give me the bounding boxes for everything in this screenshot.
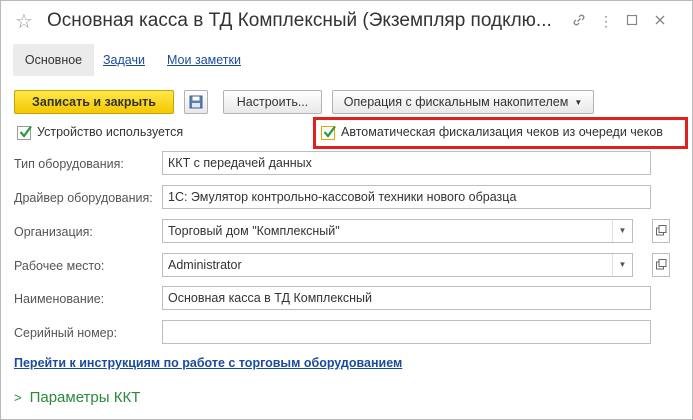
kkt-parameters-label: Параметры ККТ: [29, 389, 141, 406]
window: ☆ Основная касса в ТД Комплексный (Экзем…: [0, 0, 693, 420]
driver-label: Драйвер оборудования:: [14, 191, 153, 205]
open-workplace-button[interactable]: [652, 253, 670, 277]
kkt-parameters-group[interactable]: > Параметры ККТ: [14, 389, 140, 406]
window-title: Основная касса в ТД Комплексный (Экземпл…: [47, 10, 552, 31]
tab-main[interactable]: Основное: [13, 44, 94, 76]
serial-number-field[interactable]: [162, 320, 651, 344]
close-icon[interactable]: [651, 12, 669, 30]
open-window-icon: [656, 225, 667, 236]
checkmark-icon: [323, 125, 336, 138]
tab-my-notes[interactable]: Мои заметки: [167, 44, 241, 76]
open-window-icon: [656, 259, 667, 270]
title-bar: ☆ Основная касса в ТД Комплексный (Экзем…: [1, 1, 692, 41]
floppy-disk-icon: [189, 95, 203, 109]
write-and-close-button[interactable]: Записать и закрыть: [14, 90, 174, 114]
workplace-label: Рабочее место:: [14, 259, 105, 273]
driver-field[interactable]: 1С: Эмулятор контрольно-кассовой техники…: [162, 185, 651, 209]
equipment-type-field[interactable]: ККТ с передачей данных: [162, 151, 651, 175]
save-button[interactable]: [184, 90, 208, 114]
chevron-right-icon: >: [14, 390, 22, 405]
organization-label: Организация:: [14, 225, 93, 239]
link-icon[interactable]: [570, 12, 588, 30]
chevron-down-icon: ▼: [574, 97, 583, 107]
auto-fiscalization-label: Автоматическая фискализация чеков из оче…: [341, 125, 663, 139]
checkmark-icon: [19, 125, 32, 138]
dropdown-arrow-icon[interactable]: ▼: [612, 220, 632, 242]
tab-tasks[interactable]: Задачи: [103, 44, 145, 76]
fiscal-storage-operation-button[interactable]: Операция с фискальным накопителем ▼: [332, 90, 594, 114]
auto-fiscalization-checkbox[interactable]: [321, 125, 336, 140]
more-icon[interactable]: ⋮: [597, 12, 615, 30]
name-field[interactable]: Основная касса в ТД Комплексный: [162, 286, 651, 310]
organization-value: Торговый дом "Комплексный": [168, 224, 340, 238]
equipment-type-label: Тип оборудования:: [14, 157, 124, 171]
open-organization-button[interactable]: [652, 219, 670, 243]
serial-number-label: Серийный номер:: [14, 326, 118, 340]
name-label: Наименование:: [14, 292, 105, 306]
fiscal-storage-operation-label: Операция с фискальным накопителем: [343, 95, 569, 109]
organization-select[interactable]: Торговый дом "Комплексный" ▼: [162, 219, 633, 243]
workplace-select[interactable]: Administrator ▼: [162, 253, 633, 277]
setup-button[interactable]: Настроить...: [223, 90, 322, 114]
device-used-checkbox[interactable]: [17, 125, 32, 140]
device-used-label: Устройство используется: [37, 125, 184, 139]
favorite-star-icon[interactable]: ☆: [15, 9, 33, 34]
dropdown-arrow-icon[interactable]: ▼: [612, 254, 632, 276]
maximize-icon[interactable]: [623, 12, 641, 30]
instructions-link[interactable]: Перейти к инструкциям по работе с торгов…: [14, 356, 402, 370]
workplace-value: Administrator: [168, 258, 242, 272]
